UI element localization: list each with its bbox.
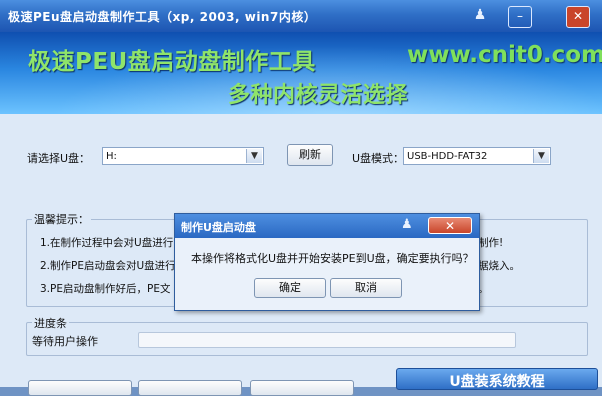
tip-3: 3.PE启动盘制作好后，PE文: [40, 283, 171, 295]
tip-1: 1.在制作过程中会对U盘进行: [40, 237, 174, 249]
bottom-button-2[interactable]: [138, 380, 242, 396]
cancel-button[interactable]: 取消: [330, 278, 402, 298]
mode-select[interactable]: USB-HDD-FAT32 ▼: [403, 147, 551, 165]
pin-icon[interactable]: ♟: [471, 6, 489, 24]
banner-title: 极速PEU盘启动盘制作工具: [28, 49, 316, 75]
dialog-title-bar: 制作U盘启动盘 ♟ ✕: [175, 214, 479, 238]
bottom-button-3[interactable]: [250, 380, 354, 396]
banner: 极速PEU盘启动盘制作工具 www.cnit0.com 多种内核灵活选择: [0, 32, 602, 114]
refresh-button[interactable]: 刷新: [287, 144, 333, 166]
minimize-button[interactable]: –: [508, 6, 532, 28]
dialog-close-button[interactable]: ✕: [428, 217, 472, 234]
drive-select-value: H:: [106, 151, 117, 162]
mode-select-value: USB-HDD-FAT32: [407, 151, 488, 162]
ok-button[interactable]: 确定: [254, 278, 326, 298]
chevron-down-icon[interactable]: ▼: [533, 149, 549, 163]
dialog-title: 制作U盘启动盘: [181, 221, 256, 234]
chevron-down-icon[interactable]: ▼: [246, 149, 262, 163]
confirm-dialog: 制作U盘启动盘 ♟ ✕ 本操作将格式化U盘并开始安装PE到U盘，确定要执行吗？ …: [174, 213, 480, 311]
tip-2: 2.制作PE启动盘会对U盘进行: [40, 260, 176, 272]
progress-status: 等待用户操作: [32, 335, 98, 348]
pin-icon[interactable]: ♟: [401, 217, 413, 232]
banner-subtitle: 多种内核灵活选择: [228, 83, 409, 108]
window-title-bar: 极速PEu盘启动盘制作工具（xp, 2003, win7内核） ♟ – ✕: [0, 0, 602, 32]
progress-bar: [138, 332, 516, 348]
tip-1-end: 制作!: [478, 237, 504, 249]
tips-title: 温馨提示：: [32, 211, 91, 227]
dialog-message: 本操作将格式化U盘并开始安装PE到U盘，确定要执行吗？: [191, 252, 474, 265]
banner-url: www.cnit0.com: [407, 42, 602, 68]
tip-2-end: 据烧入。: [478, 260, 520, 272]
progress-title: 进度条: [32, 315, 69, 331]
drive-select[interactable]: H: ▼: [102, 147, 264, 165]
drive-label: 请选择U盘：: [27, 152, 91, 165]
mode-label: U盘模式：: [352, 152, 405, 165]
bottom-button-1[interactable]: [28, 380, 132, 396]
window-title: 极速PEu盘启动盘制作工具（xp, 2003, win7内核）: [8, 10, 317, 24]
close-button[interactable]: ✕: [566, 6, 590, 28]
